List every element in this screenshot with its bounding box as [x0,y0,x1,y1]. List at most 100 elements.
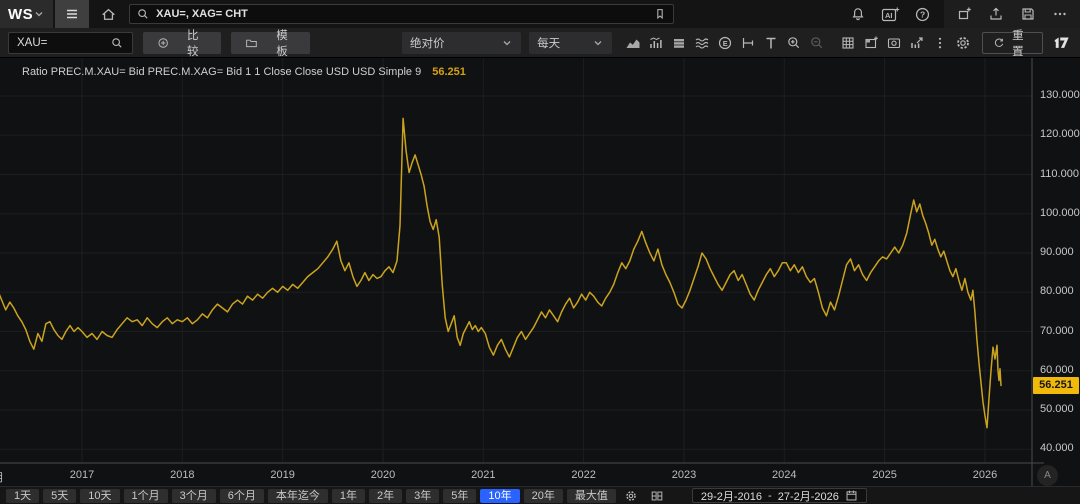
x-axis-label: 2022 [564,469,604,481]
search-value: XAU=, XAG= CHT [156,8,653,20]
range-button-7[interactable]: 1年 [332,489,365,503]
snapshot-button[interactable] [883,31,906,55]
help-button[interactable]: ? [906,0,938,28]
measure-tool-button[interactable] [737,31,760,55]
workspace-menu-button[interactable]: WS [0,0,53,28]
x-axis-label: 2019 [263,469,303,481]
hamburger-icon [64,6,80,22]
date-range-picker[interactable]: 29-2月-2016 - 27-2月-2026 [692,488,867,503]
y-axis-label: 70.000 [1040,325,1074,337]
y-axis-label: 40.000 [1040,442,1074,454]
range-button-12[interactable]: 20年 [524,489,563,503]
x-axis-label: 2021 [463,469,503,481]
series-last-value: 56.251 [432,66,466,78]
range-button-1[interactable]: 5天 [43,489,76,503]
chevron-down-icon [501,37,513,49]
y-axis-label: 130.000 [1040,89,1080,101]
y-axis-label: 90.000 [1040,246,1074,258]
events-button[interactable]: E [714,31,737,55]
add-circle-icon [157,36,169,50]
notifications-button[interactable] [842,0,874,28]
bell-icon [850,6,866,22]
home-button[interactable] [91,0,125,28]
y-axis-label: 110.000 [1040,168,1079,180]
reset-button[interactable]: 重置 [982,32,1043,54]
gear-icon [955,35,971,51]
range-button-2[interactable]: 10天 [80,489,119,503]
waves-indicator-button[interactable] [691,31,714,55]
x-axis-label: 2025 [865,469,905,481]
table-grid-icon [840,35,856,51]
range-button-8[interactable]: 2年 [369,489,402,503]
text-tool-button[interactable] [760,31,783,55]
reset-label: 重置 [1012,27,1032,59]
new-window-button[interactable] [948,0,980,28]
interval-select[interactable]: 每天 [529,32,611,54]
ai-assistant-button[interactable]: AI [874,0,906,28]
save-button[interactable] [1012,0,1044,28]
zoom-out-button[interactable] [806,31,829,55]
gear-icon [624,489,638,503]
top-app-bar: WS XAU=, XAG= CHT AI ? [0,0,1080,28]
chart-area: Ratio PREC.M.XAU= Bid PREC.M.XAG= Bid 1 … [0,58,1080,486]
periods-grid-icon [650,489,664,503]
range-button-13[interactable]: 最大值 [567,489,616,503]
ratio-line-series [0,118,1001,427]
chevron-down-icon [33,8,45,20]
range-buttons: 1天 5天 10天 1个月 3个月 6个月本年迄今 1年 2年 3年 5年 10年 20年最大值 [4,489,618,503]
more-options-button[interactable] [1044,0,1076,28]
range-button-3[interactable]: 1个月 [124,489,168,503]
waves-icon [694,35,710,51]
symbol-input[interactable]: XAU= [8,32,133,54]
area-chart-icon [625,35,641,51]
topbar-right-icons: AI ? [842,0,1080,28]
chart-export-icon [909,35,925,51]
range-button-5[interactable]: 6个月 [220,489,264,503]
range-button-9[interactable]: 3年 [406,489,439,503]
range-button-11[interactable]: 10年 [480,489,519,503]
chart-toolbar: XAU= 比较 模板 绝对价 每天 E [0,28,1080,58]
range-settings-button[interactable] [620,488,642,504]
more-tools-button[interactable] [929,31,952,55]
autoscale-toggle[interactable]: A [1037,465,1058,486]
bookmark-icon[interactable] [653,7,667,21]
interval-value: 每天 [537,35,591,51]
chart-settings-button[interactable] [952,35,975,51]
rows-view-button[interactable] [668,31,691,55]
range-button-0[interactable]: 1天 [6,489,39,503]
zoom-in-button[interactable] [783,31,806,55]
main-menu-button[interactable] [55,0,89,28]
compare-button[interactable]: 比较 [143,32,222,54]
reset-icon [993,36,1005,50]
x-axis-label: 2018 [162,469,202,481]
range-button-6[interactable]: 本年迄今 [268,489,328,503]
chart-stats-button[interactable] [645,31,668,55]
save-icon [1020,6,1036,22]
price-mode-select[interactable]: 绝对价 [402,32,521,54]
x-axis-label: 2023 [664,469,704,481]
series-legend[interactable]: Ratio PREC.M.XAU= Bid PREC.M.XAG= Bid 1 … [22,66,466,78]
y-axis-label: 60.000 [1040,364,1074,376]
template-button[interactable]: 模板 [231,32,310,54]
new-window-icon [956,6,972,22]
ai-icon: AI [881,6,900,23]
y-axis-label: 50.000 [1040,403,1074,415]
global-search-input[interactable]: XAU=, XAG= CHT [129,4,674,24]
export-button[interactable] [980,0,1012,28]
range-button-4[interactable]: 3个月 [172,489,216,503]
chart-plot-area[interactable] [0,58,1080,486]
compare-periods-button[interactable] [646,488,668,504]
date-to: 27-2月-2026 [778,488,839,504]
chart-style-button[interactable] [622,31,645,55]
range-button-10[interactable]: 5年 [443,489,476,503]
layout-add-button[interactable] [860,31,883,55]
x-axis-partial-label: 月 [0,469,7,485]
window-actions-group [944,0,1080,28]
kebab-icon [932,35,948,51]
data-table-button[interactable] [837,31,860,55]
chart-export-button[interactable] [906,31,929,55]
tradingview-logo[interactable] [1053,35,1072,50]
x-axis-label: 2024 [764,469,804,481]
y-axis-label: 100.000 [1040,207,1080,219]
x-axis-label: 2026 [965,469,1005,481]
